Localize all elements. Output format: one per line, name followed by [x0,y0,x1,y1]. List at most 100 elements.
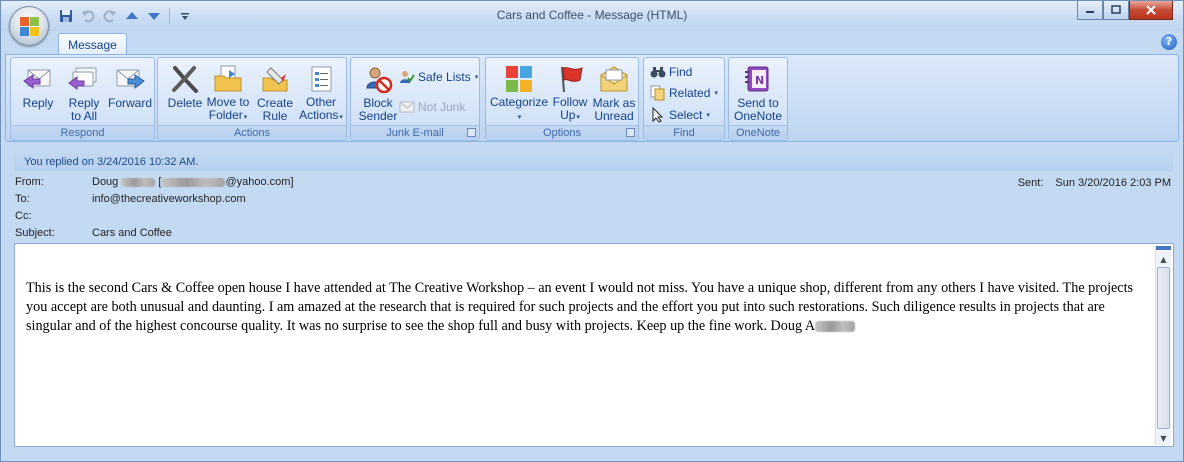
undo-icon[interactable] [79,7,97,25]
redacted-surname [121,177,156,187]
related-button[interactable]: Related ▾ [650,84,718,102]
sent-info: Sent: Sun 3/20/2016 2:03 PM [1018,177,1171,189]
group-label-actions: Actions [158,125,346,140]
title-bar: Cars and Coffee - Message (HTML) [1,1,1183,31]
reply-button[interactable]: Reply [13,62,63,124]
group-respond: Reply Reply to All Forward Respond [10,57,155,141]
other-actions-label: Other Actions▾ [299,95,343,122]
group-junk-email: Block Sender Safe Lists ▾ Not Junk Junk E-… [350,57,480,141]
move-to-folder-button[interactable]: Move to Folder▾ [203,62,253,124]
related-label: Related [669,86,711,100]
forward-icon [113,62,147,96]
not-junk-icon [399,101,415,113]
ribbon-tab-row: Message ? [1,31,1183,55]
select-label: Select [669,108,703,122]
sent-label: Sent: [1017,177,1044,189]
create-rule-icon [258,62,292,96]
to-label: To: [15,193,30,205]
not-junk-label: Not Junk [418,100,466,114]
safe-lists-label: Safe Lists [418,70,471,84]
group-options: Categorize ▾ Follow Up▾ Mark as Unread Opti… [485,57,639,141]
send-to-onenote-label: Send to OneNote [733,96,783,123]
reply-icon [21,62,55,96]
tab-message[interactable]: Message [58,33,127,55]
maximize-icon[interactable] [1103,1,1129,20]
block-sender-icon [361,62,395,96]
from-label: From: [15,176,44,188]
mark-as-unread-icon [597,62,631,96]
create-rule-label: Create Rule [256,96,294,123]
from-value[interactable]: Doug [@yahoo.com] [92,176,294,188]
group-label-junk-email: Junk E-mail [351,125,479,140]
create-rule-button[interactable]: Create Rule [250,62,300,124]
message-body-pane[interactable]: This is the second Cars & Coffee open ho… [14,243,1174,447]
follow-up-button[interactable]: Follow Up▾ [548,62,592,124]
related-icon [650,85,665,101]
scroll-up-arrow-icon[interactable]: ▲ [1156,252,1171,266]
follow-up-label: Follow Up▾ [552,95,588,122]
group-label-respond: Respond [11,125,154,140]
options-dialog-launcher[interactable] [626,128,635,137]
reply-label: Reply [22,96,54,110]
redacted-signature [815,321,856,333]
send-to-onenote-button[interactable]: N Send to OneNote [733,62,783,124]
quick-access-toolbar [57,6,194,26]
not-junk-button[interactable]: Not Junk [399,98,465,116]
group-find: Find Related ▾ Select ▾ Find [643,57,725,141]
group-label-options: Options [486,125,638,140]
follow-up-flag-icon [553,62,587,95]
previous-item-icon[interactable] [123,7,141,25]
sent-value: Sun 3/20/2016 2:03 PM [1055,177,1171,189]
block-sender-button[interactable]: Block Sender [353,62,403,124]
delete-label: Delete [167,96,203,110]
reply-all-icon [67,62,101,96]
mark-as-unread-button[interactable]: Mark as Unread [590,62,638,124]
binoculars-icon [650,67,666,78]
safe-lists-icon [400,71,415,83]
minimize-icon[interactable] [1077,1,1103,20]
categorize-icon [502,62,536,95]
categorize-label: Categorize ▾ [489,95,549,122]
save-icon[interactable] [57,7,75,25]
subject-value: Cars and Coffee [92,227,172,239]
message-body-text: This is the second Cars & Coffee open ho… [26,280,1134,334]
categorize-button[interactable]: Categorize ▾ [488,62,550,124]
redacted-email-user [161,177,226,187]
message-header: From: Doug [@yahoo.com] To: info@thecrea… [14,173,1173,243]
scrollbar-split-handle[interactable] [1156,246,1171,250]
office-logo-icon [20,17,39,36]
move-to-folder-icon [211,62,245,95]
select-button[interactable]: Select ▾ [650,106,710,124]
group-label-onenote: OneNote [729,125,787,140]
subject-label: Subject: [15,227,55,239]
vertical-scrollbar[interactable]: ▲ ▼ [1155,246,1171,445]
qat-separator [169,8,170,24]
mark-as-unread-label: Mark as Unread [592,96,636,123]
junk-email-dialog-launcher[interactable] [467,128,476,137]
scrollbar-thumb[interactable] [1157,267,1170,429]
next-item-icon[interactable] [145,7,163,25]
group-actions: Delete Move to Folder▾ Create Rule Other Ac… [157,57,347,141]
reply-all-button[interactable]: Reply to All [59,62,109,124]
safe-lists-button[interactable]: Safe Lists ▾ [399,68,478,86]
move-to-folder-label: Move to Folder▾ [206,95,250,122]
to-value[interactable]: info@thecreativeworkshop.com [92,193,246,205]
reply-all-label: Reply to All [68,96,100,123]
office-button[interactable] [9,6,49,46]
ribbon: Reply Reply to All Forward Respond Delet… [5,54,1179,142]
customize-qat-icon[interactable] [176,7,194,25]
group-onenote: N Send to OneNote OneNote [728,57,788,141]
find-label: Find [669,65,693,79]
help-icon[interactable]: ? [1161,34,1177,50]
cc-label: Cc: [15,210,32,222]
redo-icon[interactable] [101,7,119,25]
delete-x-icon [168,62,202,96]
block-sender-label: Block Sender [358,96,398,123]
other-actions-button[interactable]: Other Actions▾ [296,62,346,124]
forward-label: Forward [107,96,152,110]
close-icon[interactable] [1129,1,1173,20]
scroll-down-arrow-icon[interactable]: ▼ [1156,431,1171,445]
find-button[interactable]: Find [650,63,692,81]
reply-info-bar[interactable]: You replied on 3/24/2016 10:32 AM. [14,153,1173,171]
forward-button[interactable]: Forward [105,62,155,124]
